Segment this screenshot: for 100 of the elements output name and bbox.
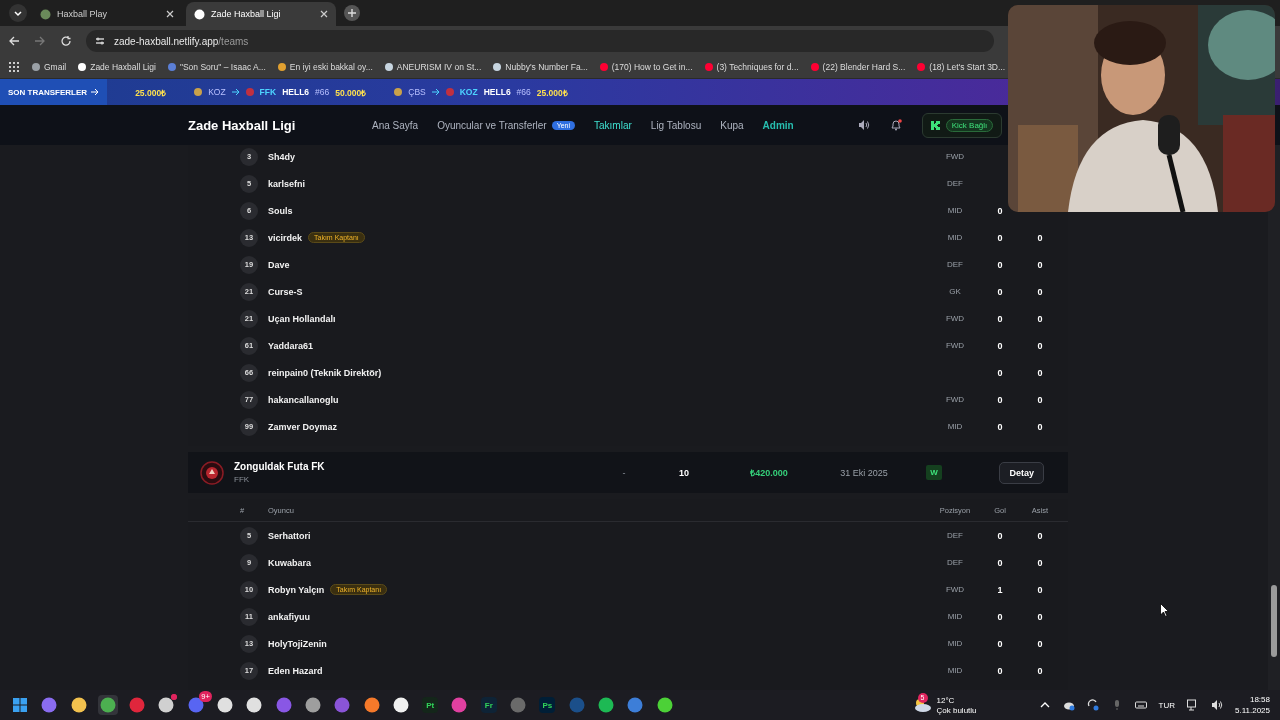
player-name: vicirdek bbox=[268, 232, 303, 243]
close-icon[interactable] bbox=[166, 10, 174, 18]
goals-cell-text: 1 bbox=[996, 584, 1004, 595]
forward-icon[interactable] bbox=[34, 35, 46, 47]
arrow-icon bbox=[231, 88, 240, 96]
address-field[interactable]: zade-haxball.netlify.app/teams bbox=[86, 30, 994, 52]
position-cell-text: FWD bbox=[944, 152, 966, 161]
player-number: #66 bbox=[516, 87, 531, 97]
app-icon[interactable] bbox=[158, 697, 175, 713]
app-icon[interactable] bbox=[656, 697, 673, 713]
transfer-amount: 25.000₺ bbox=[135, 86, 167, 98]
keyboard-icon[interactable] bbox=[1134, 699, 1147, 711]
nav-link[interactable]: Takımlar bbox=[594, 119, 632, 131]
temperature: 12°C bbox=[936, 695, 956, 705]
bookmark[interactable]: (18) Let's Start 3D... bbox=[917, 62, 1006, 72]
bookmark[interactable]: (170) How to Get in... bbox=[599, 62, 693, 72]
player-name: Uçan Hollandalı bbox=[268, 313, 336, 324]
player-name: hakancallanoglu bbox=[268, 394, 339, 405]
bookmark[interactable]: ANEURISM IV on St... bbox=[384, 62, 482, 72]
position-cell-text: MID bbox=[946, 422, 964, 431]
clock-time[interactable]: 18:58 bbox=[1249, 695, 1270, 704]
bookmark[interactable]: (3) Techniques for d... bbox=[704, 62, 799, 72]
assists-cell-text: 0 bbox=[1036, 313, 1044, 324]
tab-menu-icon[interactable] bbox=[8, 3, 28, 23]
team-code: ÇBS bbox=[408, 87, 426, 97]
bookmark[interactable]: Gmail bbox=[32, 62, 67, 72]
scrollbar-thumb[interactable] bbox=[1271, 585, 1277, 657]
app-icon[interactable] bbox=[597, 697, 614, 713]
player-name: Curse-S bbox=[268, 286, 303, 297]
app-icon[interactable]: Pt bbox=[422, 697, 439, 713]
player-name: Souls bbox=[268, 205, 293, 216]
nav-link[interactable]: Lig Tablosu bbox=[650, 119, 702, 131]
nav-link[interactable]: Admin bbox=[762, 119, 794, 131]
windows-icon[interactable] bbox=[12, 697, 28, 713]
site-logo[interactable]: Zade Haxball Ligi bbox=[188, 117, 372, 133]
app-icon[interactable] bbox=[304, 697, 321, 713]
sync-icon[interactable] bbox=[1086, 699, 1099, 711]
player-name: Yaddara61 bbox=[268, 340, 314, 351]
app-icon[interactable] bbox=[217, 697, 234, 713]
assists-cell-text: 0 bbox=[1036, 259, 1044, 270]
arrow-icon bbox=[431, 88, 440, 96]
bookmark[interactable]: Zade Haxball Ligi bbox=[78, 62, 156, 72]
nav-link[interactable]: Kupa bbox=[720, 119, 744, 131]
site-settings-icon[interactable] bbox=[94, 35, 106, 47]
volume-icon[interactable] bbox=[1211, 699, 1223, 711]
ticker-label: SON TRANSFERLER bbox=[8, 87, 88, 97]
kick-button[interactable]: Kick Bağlı bbox=[921, 112, 1003, 138]
close-icon[interactable] bbox=[320, 10, 328, 18]
speaker-icon[interactable] bbox=[857, 119, 870, 131]
app-icon[interactable] bbox=[246, 697, 263, 713]
assists-cell-text: 0 bbox=[1036, 232, 1044, 243]
player-name: ankafiyuu bbox=[268, 611, 310, 622]
goals-cell-text: 0 bbox=[996, 557, 1004, 568]
app-icon[interactable] bbox=[70, 697, 87, 713]
clock-date[interactable]: 5.11.2025 bbox=[1235, 706, 1270, 715]
app-icon[interactable]: Fr bbox=[480, 697, 497, 713]
goals-cell-text: 0 bbox=[996, 638, 1004, 649]
goals-cell-text: 0 bbox=[996, 421, 1004, 432]
club-icon bbox=[194, 88, 203, 96]
position-cell-text: MID bbox=[946, 612, 964, 621]
app-icon[interactable] bbox=[363, 697, 380, 713]
new-tab-icon[interactable] bbox=[344, 5, 360, 21]
club-icon bbox=[445, 88, 454, 96]
detail-button[interactable]: Detay bbox=[999, 461, 1044, 484]
assists-cell-text: 0 bbox=[1036, 665, 1044, 676]
transfer-amount: 50.000₺ bbox=[335, 86, 367, 98]
bookmark[interactable]: Nubby's Number Fa... bbox=[493, 62, 588, 72]
position-cell-text: DEF bbox=[946, 260, 964, 269]
player-name: HELL6 bbox=[282, 87, 310, 97]
network-icon[interactable] bbox=[1187, 699, 1199, 711]
team-value: ₺420.000 bbox=[749, 467, 789, 480]
browser-tab[interactable]: Haxball Play bbox=[32, 2, 182, 26]
player-number: #66 bbox=[315, 87, 330, 97]
goals-cell-text: 0 bbox=[996, 340, 1004, 351]
position-cell-text: DEF bbox=[946, 531, 964, 540]
bookmark[interactable]: En iyi eski bakkal oy... bbox=[277, 62, 373, 72]
app-icon[interactable] bbox=[392, 697, 409, 713]
assists-cell-text: 0 bbox=[1036, 557, 1044, 568]
browser-tab[interactable]: Zade Haxball Ligi bbox=[186, 2, 336, 26]
bookmark[interactable]: (22) Blender Hard S... bbox=[810, 62, 906, 72]
assists-cell-text: 0 bbox=[1036, 421, 1044, 432]
language-indicator[interactable]: TUR bbox=[1158, 700, 1175, 710]
app-icon[interactable]: Ps bbox=[539, 697, 556, 713]
goals-cell-text: 0 bbox=[996, 232, 1004, 243]
player-name: Serhattori bbox=[268, 530, 311, 541]
team-cell-text: - bbox=[621, 467, 627, 478]
reload-icon[interactable] bbox=[60, 35, 72, 47]
player-name: Kuwabara bbox=[268, 557, 311, 568]
goals-cell-text: 0 bbox=[996, 611, 1004, 622]
assists-cell-text: 0 bbox=[1036, 286, 1044, 297]
assists-cell-text: 0 bbox=[1036, 367, 1044, 378]
position-cell-text: MID bbox=[946, 666, 964, 675]
nav-link[interactable]: Ana Sayfa bbox=[372, 119, 419, 131]
bell-icon[interactable] bbox=[889, 119, 902, 131]
bookmark[interactable]: "Son Soru" – Isaac A... bbox=[167, 62, 266, 72]
apps-icon[interactable] bbox=[8, 61, 20, 73]
goals-cell-text: 0 bbox=[996, 394, 1004, 405]
assists-cell-text: 0 bbox=[1036, 530, 1044, 541]
team-cell-text: 10 bbox=[678, 467, 690, 478]
back-icon[interactable] bbox=[8, 35, 20, 47]
